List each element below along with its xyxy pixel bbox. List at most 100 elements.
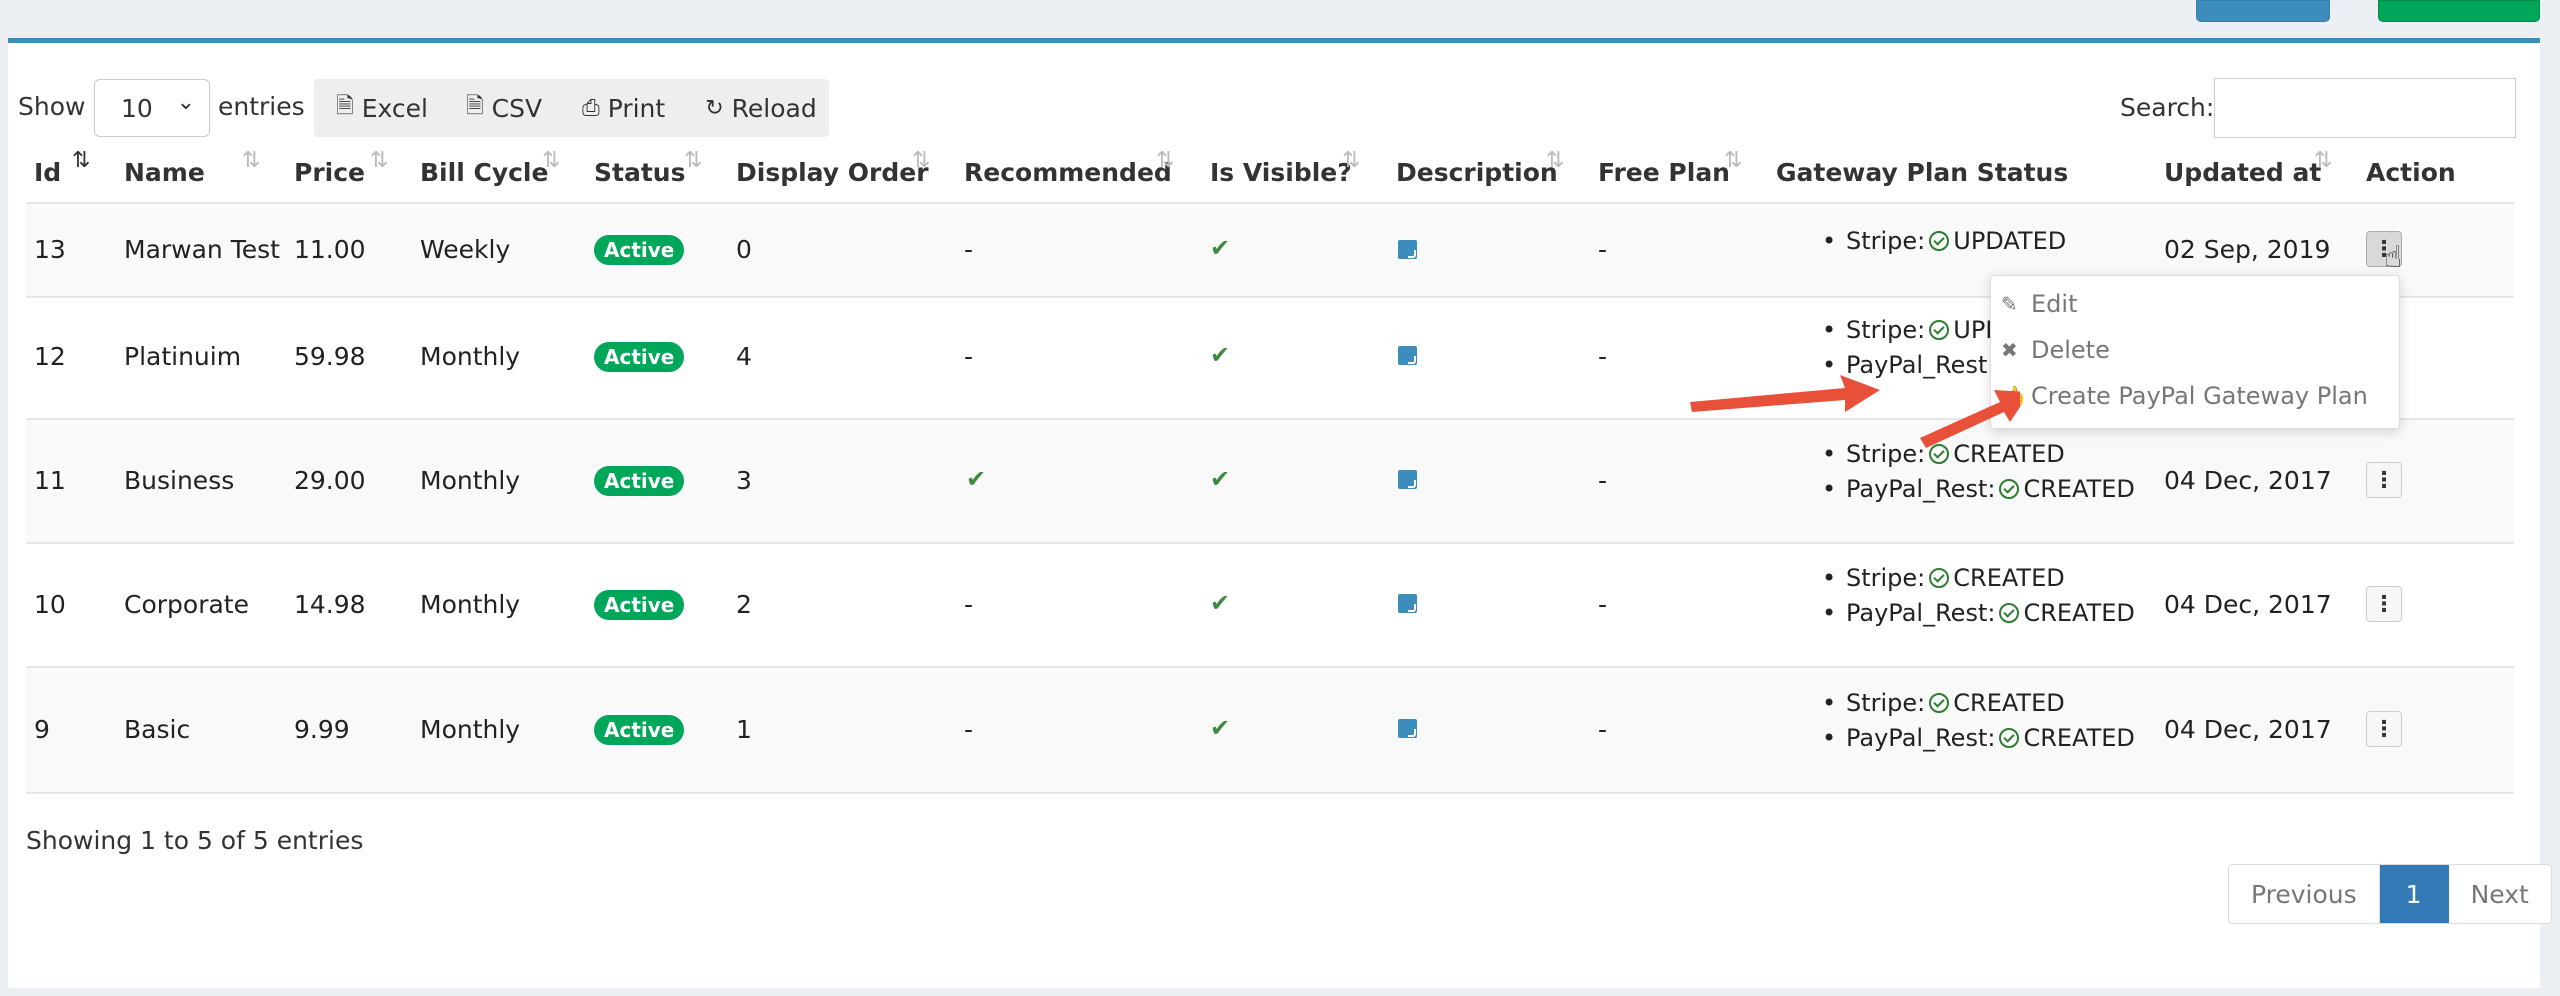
column-header-bill-cycle[interactable]: Bill Cycle bbox=[420, 158, 548, 187]
sort-icon: ⇅ bbox=[370, 148, 389, 173]
gateway-status: CREATED bbox=[2023, 475, 2135, 503]
page-length-select[interactable]: 10 ⌄ bbox=[94, 79, 210, 137]
hand-cursor-icon: ☝ bbox=[2384, 240, 2403, 275]
check-circle-icon bbox=[1999, 728, 2020, 748]
top-primary-button[interactable] bbox=[2196, 0, 2330, 22]
check-icon: ✔ bbox=[1210, 341, 1231, 369]
column-header-updated-at[interactable]: Updated at bbox=[2164, 158, 2321, 187]
file-excel-icon: 🗎 bbox=[336, 94, 354, 119]
reload-button-label: Reload bbox=[731, 93, 817, 123]
status-badge: Active bbox=[594, 590, 685, 620]
gateway-status: UPDATED bbox=[1953, 227, 2067, 255]
cell-name: Basic bbox=[124, 715, 191, 744]
check-circle-icon bbox=[1929, 231, 1950, 251]
status-badge: Active bbox=[594, 466, 685, 496]
page-1-button[interactable]: 1 bbox=[2379, 865, 2449, 923]
sort-icon: ⇅ bbox=[1156, 148, 1175, 173]
column-header-name[interactable]: Name bbox=[124, 158, 205, 187]
description-icon[interactable] bbox=[1398, 719, 1417, 738]
menu-item-edit[interactable]: ✎ Edit bbox=[2001, 290, 2078, 318]
column-header-display-order[interactable]: Display Order bbox=[736, 158, 929, 187]
cell-display-order: 4 bbox=[736, 342, 752, 371]
arrow-shape bbox=[1690, 375, 1880, 412]
column-header-description[interactable]: Description bbox=[1396, 158, 1558, 187]
entries-label: entries bbox=[218, 92, 305, 121]
column-header-gateway-plan-status[interactable]: Gateway Plan Status bbox=[1776, 158, 2068, 187]
page-length-value: 10 bbox=[121, 94, 153, 123]
check-icon: ✔ bbox=[1210, 714, 1231, 742]
cell-display-order: 2 bbox=[736, 590, 752, 619]
cell-free-plan: - bbox=[1598, 715, 1608, 744]
gateway-status: CREATED bbox=[2023, 599, 2135, 627]
status-badge: Active bbox=[594, 235, 685, 265]
column-header-status[interactable]: Status bbox=[594, 158, 685, 187]
menu-item-label: Create PayPal Gateway Plan bbox=[2031, 382, 2368, 410]
cell-id: 9 bbox=[34, 715, 50, 744]
annotation-arrows bbox=[1690, 375, 2020, 448]
cell-price: 59.98 bbox=[294, 342, 366, 371]
excel-button[interactable]: 🗎 Excel bbox=[336, 79, 428, 137]
row-action-dropdown: ✎ Edit ✖ Delete 👍 Create PayPal Gateway … bbox=[1990, 275, 2400, 429]
cell-updated-at: 04 Dec, 2017 bbox=[2164, 466, 2332, 495]
column-header-recommended[interactable]: Recommended bbox=[964, 158, 1172, 187]
column-header-is-visible[interactable]: Is Visible? bbox=[1210, 158, 1352, 187]
description-icon[interactable] bbox=[1398, 240, 1417, 259]
menu-item-label: Delete bbox=[2031, 336, 2110, 364]
gateway-label: PayPal_Rest: bbox=[1846, 475, 1996, 503]
check-circle-icon bbox=[1999, 479, 2020, 499]
cell-bill-cycle: Monthly bbox=[420, 466, 521, 495]
row-action-menu-button[interactable]: ⋮ bbox=[2366, 586, 2402, 622]
reload-button[interactable]: ↻ Reload bbox=[705, 79, 817, 137]
cell-recommended: - bbox=[964, 590, 974, 619]
column-header-price[interactable]: Price bbox=[294, 158, 365, 187]
check-circle-icon bbox=[1929, 320, 1950, 340]
gateway-status-item: • PayPal_Rest: CREATED bbox=[1822, 475, 2135, 503]
table-row bbox=[26, 420, 2514, 542]
cell-recommended: - bbox=[964, 342, 974, 371]
gateway-status: CREATED bbox=[1953, 689, 2065, 717]
gateway-label: PayPal_Rest: bbox=[1846, 724, 1996, 752]
column-header-free-plan[interactable]: Free Plan bbox=[1598, 158, 1730, 187]
print-button-label: Print bbox=[607, 93, 666, 123]
sort-icon: ⇅ bbox=[2314, 148, 2333, 173]
top-success-button[interactable] bbox=[2378, 0, 2540, 22]
check-circle-icon bbox=[1929, 568, 1950, 588]
cell-name: Marwan Test bbox=[124, 235, 280, 264]
menu-item-label: Edit bbox=[2031, 290, 2078, 318]
menu-item-delete[interactable]: ✖ Delete bbox=[2001, 336, 2110, 364]
print-button[interactable]: ⎙ Print bbox=[582, 79, 665, 137]
cell-bill-cycle: Monthly bbox=[420, 342, 521, 371]
cell-name: Corporate bbox=[124, 590, 249, 619]
csv-button[interactable]: 🗎 CSV bbox=[466, 79, 542, 137]
description-icon[interactable] bbox=[1398, 594, 1417, 613]
gateway-label: Stripe: bbox=[1846, 564, 1926, 592]
column-header-id[interactable]: Id bbox=[34, 158, 61, 187]
export-button-group: 🗎 Excel 🗎 CSV ⎙ Print ↻ Reload bbox=[314, 79, 829, 137]
cell-recommended: - bbox=[964, 715, 974, 744]
menu-item-create-paypal-plan[interactable]: 👍 Create PayPal Gateway Plan bbox=[2001, 382, 2368, 410]
pencil-icon: ✎ bbox=[2001, 292, 2018, 316]
description-icon[interactable] bbox=[1398, 346, 1417, 365]
description-icon[interactable] bbox=[1398, 470, 1417, 489]
csv-button-label: CSV bbox=[491, 93, 543, 123]
gateway-status-item: • Stripe: CREATED bbox=[1822, 689, 2065, 717]
search-input[interactable] bbox=[2214, 78, 2516, 138]
previous-page-button[interactable]: Previous bbox=[2229, 865, 2380, 923]
cell-updated-at: 04 Dec, 2017 bbox=[2164, 715, 2332, 744]
cell-price: 14.98 bbox=[294, 590, 366, 619]
gateway-status-item: • Stripe: UPDATED bbox=[1822, 227, 2067, 255]
gateway-status-item: • Stripe: CREATED bbox=[1822, 564, 2065, 592]
table-row bbox=[26, 668, 2514, 792]
status-badge: Active bbox=[594, 715, 685, 745]
excel-button-label: Excel bbox=[361, 93, 428, 123]
sort-desc-icon: ⇅ bbox=[72, 148, 91, 173]
search-label: Search: bbox=[2120, 93, 2215, 122]
row-action-menu-button[interactable]: ⋮ bbox=[2366, 711, 2402, 747]
refresh-icon: ↻ bbox=[705, 95, 724, 121]
gateway-status: CREATED bbox=[2023, 724, 2135, 752]
row-action-menu-button[interactable]: ⋮ bbox=[2366, 462, 2402, 498]
arrow-shape bbox=[1920, 390, 2020, 448]
print-icon: ⎙ bbox=[582, 95, 600, 121]
gateway-label: Stripe: bbox=[1846, 316, 1926, 344]
next-page-button[interactable]: Next bbox=[2448, 865, 2551, 923]
